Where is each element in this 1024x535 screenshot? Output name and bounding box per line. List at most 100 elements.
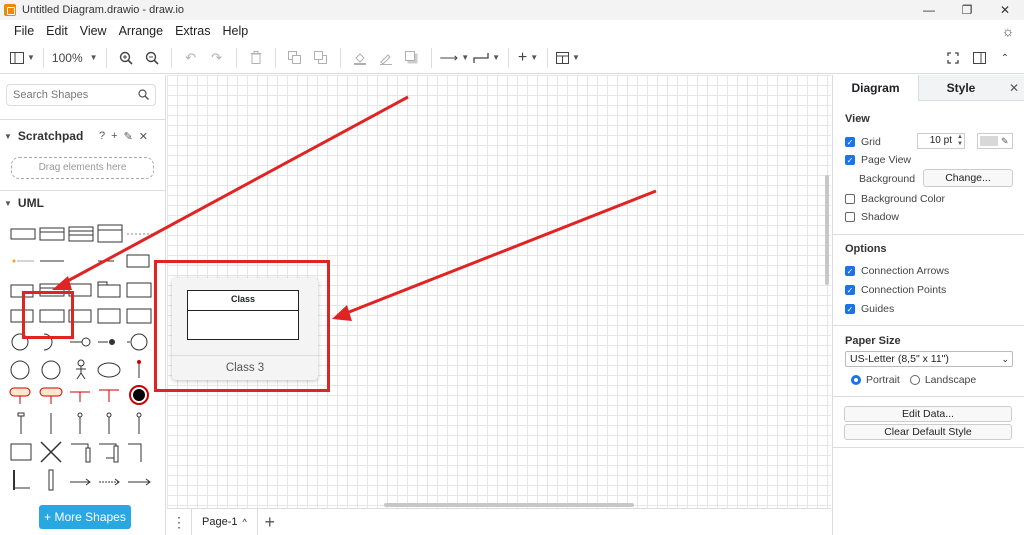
search-shapes-input[interactable]: Search Shapes (6, 84, 156, 106)
zoom-in-button[interactable] (115, 47, 137, 69)
scratchpad-drop-zone[interactable]: Drag elements here (11, 157, 154, 179)
close-window-button[interactable]: ✕ (986, 0, 1024, 20)
uml-shape-class[interactable] (10, 228, 36, 240)
connection-points-row[interactable]: ✓ Connection Points (845, 284, 946, 296)
connection-arrows-checkbox[interactable]: ✓ (845, 266, 855, 276)
uml-shape-boundary[interactable] (41, 360, 61, 380)
fullscreen-button[interactable] (942, 47, 964, 69)
uml-header[interactable]: ▼ UML (4, 196, 44, 210)
uml-shape-async[interactable] (128, 478, 151, 486)
help-icon[interactable]: ? (99, 130, 105, 143)
zoom-out-button[interactable] (141, 47, 163, 69)
paper-size-select[interactable]: US-Letter (8,5" x 11") ⌄ (845, 351, 1013, 367)
uml-shape-self-call[interactable] (99, 443, 119, 463)
change-background-button[interactable]: Change... (923, 169, 1013, 187)
page-view-checkbox-row[interactable]: ✓ Page View (845, 154, 911, 166)
grid-size-input[interactable]: 10 pt ▲ ▼ (917, 133, 965, 149)
clear-default-style-button[interactable]: Clear Default Style (844, 424, 1012, 440)
line-color-button[interactable] (375, 47, 397, 69)
redo-button[interactable]: ↷ (206, 47, 228, 69)
uml-shape-lifeline-e[interactable] (136, 412, 142, 434)
uml-shape-bar[interactable] (48, 469, 54, 491)
uml-shape-provided[interactable] (98, 339, 115, 345)
format-panel-toggle-button[interactable] (968, 47, 990, 69)
table-button[interactable]: ▼ (556, 47, 580, 69)
uml-shape-usecase[interactable] (97, 362, 121, 378)
page-view-checkbox[interactable]: ✓ (845, 155, 855, 165)
scratchpad-header[interactable]: ▼ Scratchpad (4, 129, 83, 143)
tab-style[interactable]: Style (918, 75, 1003, 101)
vertical-scrollbar[interactable] (825, 175, 829, 285)
uml-shape-callback[interactable] (128, 443, 142, 462)
close-icon[interactable]: ✕ (139, 130, 148, 143)
uml-shape-box[interactable] (126, 254, 150, 268)
shadow-checkbox[interactable] (845, 212, 855, 222)
maximize-button[interactable]: ❐ (948, 0, 986, 20)
more-shapes-button[interactable]: + More Shapes (39, 505, 131, 529)
edit-data-button[interactable]: Edit Data... (844, 406, 1012, 422)
uml-shape-message[interactable] (70, 478, 91, 486)
uml-shape-class-row4d[interactable] (97, 308, 121, 324)
connection-points-checkbox[interactable]: ✓ (845, 285, 855, 295)
tab-page-1[interactable]: Page-1 ^ (191, 508, 258, 535)
horizontal-scrollbar[interactable] (384, 503, 634, 507)
guides-checkbox[interactable]: ✓ (845, 304, 855, 314)
background-color-checkbox[interactable] (845, 194, 855, 204)
waypoints-button[interactable]: ▼ (473, 47, 500, 69)
uml-shape-actor[interactable] (76, 359, 86, 380)
uml-shape-interface[interactable] (39, 227, 65, 241)
sun-theme-icon[interactable]: ☼ (1000, 23, 1016, 39)
tab-diagram[interactable]: Diagram (833, 75, 918, 101)
minimize-button[interactable]: — (910, 0, 948, 20)
grid-color-button[interactable]: ✎ (977, 133, 1013, 149)
uml-shape-activation[interactable] (71, 443, 91, 463)
uml-shape-class-attrs[interactable] (68, 226, 94, 242)
uml-shape-state-red2[interactable] (39, 387, 63, 404)
uml-shape-final-state[interactable] (137, 360, 141, 378)
uml-shape-frame-box[interactable] (10, 443, 32, 461)
shadow-button[interactable] (401, 47, 423, 69)
pages-menu-icon[interactable]: ⋮ (167, 514, 191, 531)
shadow-checkbox-row[interactable]: Shadow (845, 211, 899, 223)
grid-checkbox-row[interactable]: ✓ Grid (845, 136, 881, 148)
background-color-checkbox-row[interactable]: Background Color (845, 193, 945, 205)
fill-color-button[interactable] (349, 47, 371, 69)
guides-row[interactable]: ✓ Guides (845, 303, 894, 315)
portrait-radio[interactable] (851, 375, 861, 385)
uml-shape-class-row4e[interactable] (126, 308, 152, 324)
to-back-button[interactable] (310, 47, 332, 69)
add-page-button[interactable]: + (258, 512, 282, 533)
uml-shape-state-red[interactable] (9, 387, 31, 404)
undo-button[interactable]: ↶ (180, 47, 202, 69)
uml-shape-item[interactable] (12, 259, 35, 263)
plus-icon[interactable]: + (111, 130, 117, 143)
uml-shape-lifeline-d[interactable] (106, 412, 112, 434)
pencil-icon[interactable]: ✎ (124, 130, 133, 143)
menu-edit[interactable]: Edit (40, 24, 74, 38)
uml-shape-lifeline-c[interactable] (77, 412, 83, 434)
uml-shape-transition-red[interactable] (70, 391, 90, 402)
uml-shape-return[interactable] (99, 478, 120, 486)
uml-shape-frame[interactable] (126, 282, 152, 298)
uml-shape-lollipop[interactable] (70, 337, 91, 347)
uml-shape-package[interactable] (97, 281, 121, 298)
to-front-button[interactable] (284, 47, 306, 69)
menu-arrange[interactable]: Arrange (113, 24, 169, 38)
uml-shape-fork-red[interactable] (99, 389, 119, 402)
close-icon[interactable]: ✕ (1003, 75, 1024, 101)
menu-file[interactable]: File (8, 24, 40, 38)
menu-view[interactable]: View (74, 24, 113, 38)
uml-shape-palette[interactable] (6, 222, 156, 492)
zoom-dropdown[interactable]: 100% ▼ (52, 47, 98, 69)
landscape-radio[interactable] (909, 375, 920, 385)
uml-shape-usecase-circle[interactable] (10, 360, 30, 380)
uml-shape-port[interactable] (127, 333, 148, 351)
spinner-icon[interactable]: ▲ ▼ (957, 134, 963, 148)
menu-extras[interactable]: Extras (169, 24, 216, 38)
uml-shape-destroy[interactable] (40, 441, 62, 463)
uml-shape-initial-state[interactable] (129, 385, 149, 405)
grid-checkbox[interactable]: ✓ (845, 137, 855, 147)
menu-help[interactable]: Help (217, 24, 255, 38)
connection-style-button[interactable]: ⟶ ▼ (440, 47, 470, 69)
connection-arrows-row[interactable]: ✓ Connection Arrows (845, 265, 949, 277)
